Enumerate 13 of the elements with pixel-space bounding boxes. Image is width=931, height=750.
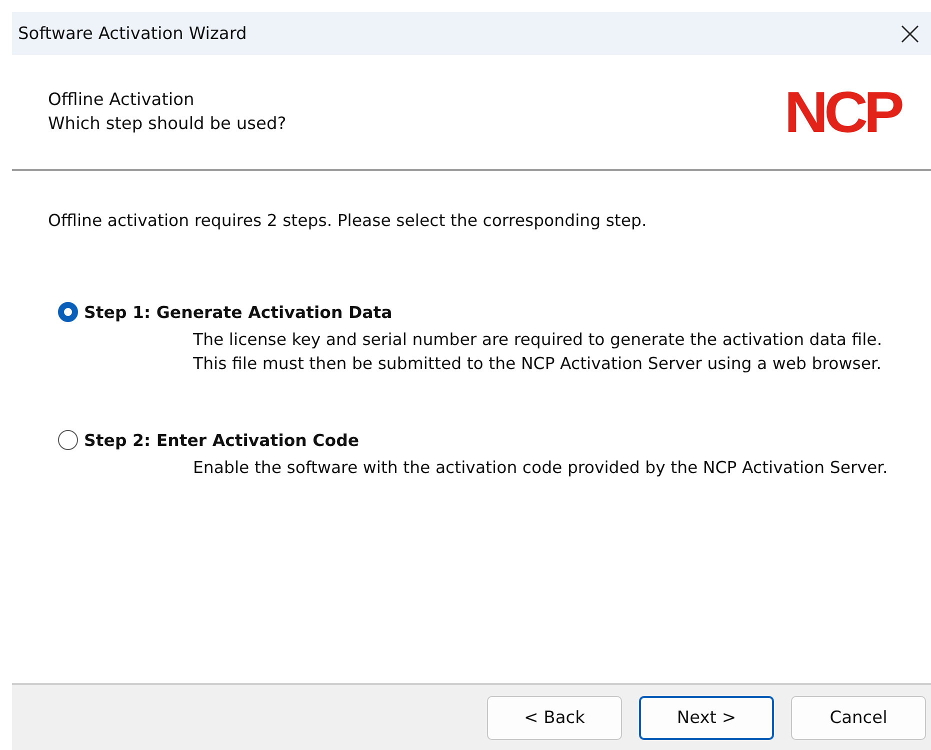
close-icon	[901, 24, 919, 42]
wizard-button[interactable]: Next >	[639, 696, 774, 740]
window-title: Software Activation Wizard	[18, 24, 247, 44]
page-title: Offline Activation	[48, 89, 196, 112]
logo: NCP	[784, 78, 900, 146]
intro-text: Offline activation requires 2 steps. Please select the corresponding step.	[48, 211, 648, 230]
option-description: Enable the software with the activation code provided by the NCP Activation Server.	[193, 457, 889, 479]
radio-option[interactable]: Step 2: Enter Activation Code	[58, 430, 895, 450]
radio-option[interactable]: Step 1: Generate Activation Data	[58, 302, 895, 322]
page-subtitle: Which step should be used?	[48, 113, 286, 136]
wizard-button[interactable]: Cancel	[791, 696, 926, 740]
wizard-button[interactable]: < Back	[487, 696, 622, 740]
option-description: The license key and serial number are required to generate the activation data file. This file must then be submitted to the NCP Activation Server using a web browser.	[193, 329, 884, 375]
